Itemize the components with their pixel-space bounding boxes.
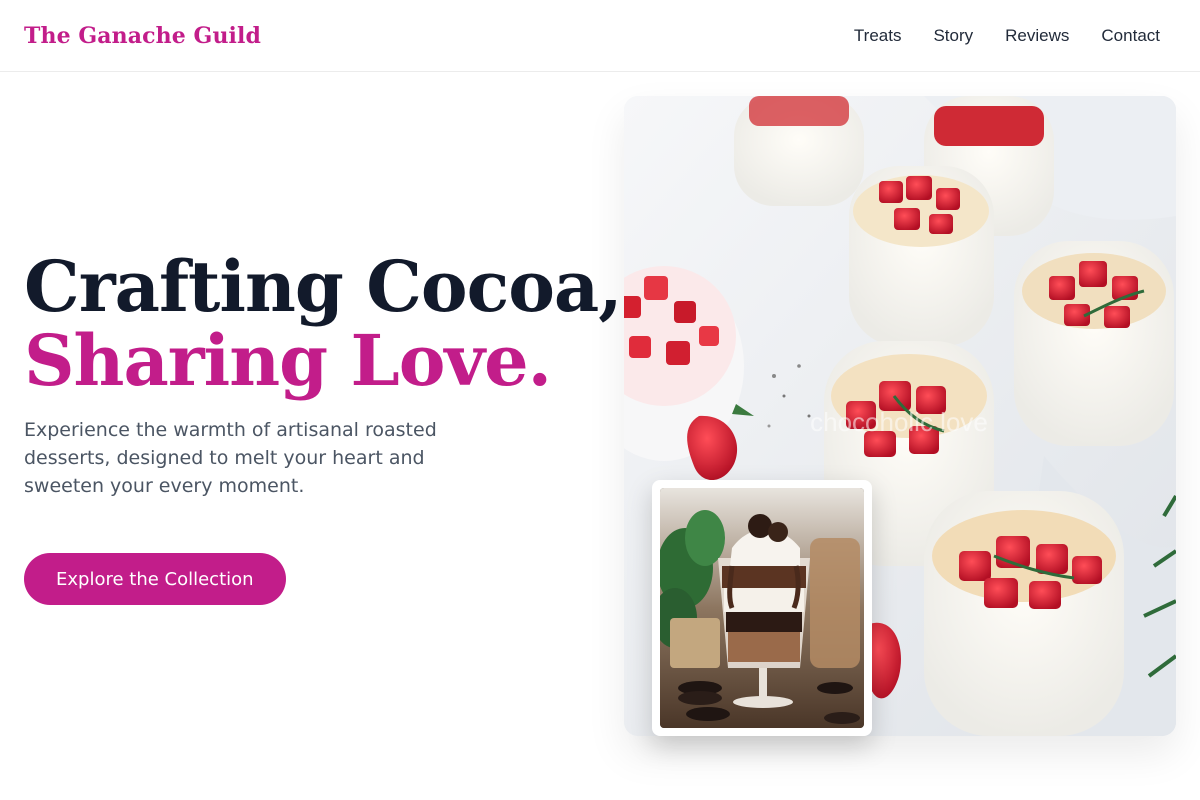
- top-navigation-bar: The Ganache Guild Treats Story Reviews C…: [0, 0, 1200, 72]
- brand-logo-text[interactable]: The Ganache Guild: [24, 23, 261, 49]
- nav-link-reviews[interactable]: Reviews: [1005, 26, 1069, 46]
- hero-subtitle: Experience the warmth of artisanal roast…: [24, 419, 437, 497]
- nav-link-story[interactable]: Story: [933, 26, 973, 46]
- hero-text-section: Crafting Cocoa, Sharing Love. Experience…: [24, 245, 623, 605]
- jar-top-middle: [734, 96, 864, 206]
- hero-title-line-1: Crafting Cocoa,: [24, 245, 623, 328]
- hero-title-line-2: Sharing Love.: [24, 319, 552, 402]
- nav-link-treats[interactable]: Treats: [854, 26, 902, 46]
- explore-collection-button[interactable]: Explore the Collection: [24, 553, 286, 605]
- photo-watermark: chocoholic love: [810, 407, 988, 437]
- hero-inset-photo: [652, 480, 872, 736]
- chocolate-parfait-image: [660, 488, 864, 728]
- nav-link-contact[interactable]: Contact: [1101, 26, 1160, 46]
- main-nav: Treats Story Reviews Contact: [854, 26, 1160, 46]
